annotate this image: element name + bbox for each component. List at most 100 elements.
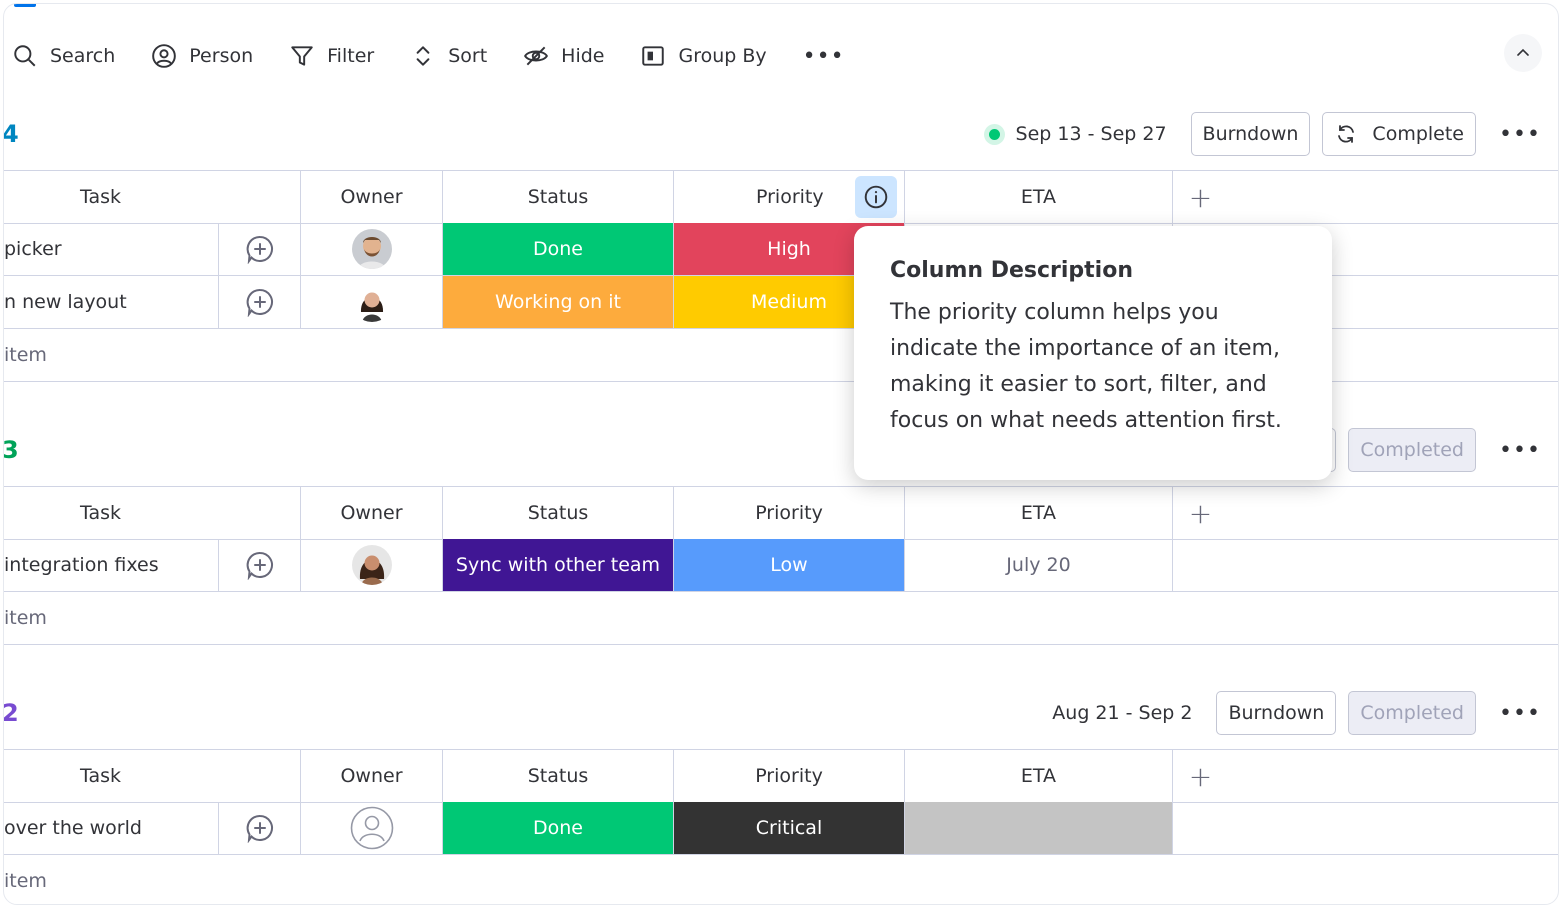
- table-row[interactable]: over the world Done Critical: [4, 802, 1558, 855]
- status-cell[interactable]: Sync with other team: [442, 539, 673, 591]
- toolbar-more-icon[interactable]: •••: [803, 44, 845, 69]
- date-range-text: Aug 21 - Sep 2: [1052, 702, 1193, 724]
- column-header-priority[interactable]: Priority: [673, 487, 904, 539]
- column-header-eta[interactable]: ETA: [904, 171, 1172, 223]
- sort-button[interactable]: Sort: [410, 34, 487, 78]
- add-update-button[interactable]: [218, 802, 300, 854]
- priority-cell[interactable]: Low: [673, 539, 904, 591]
- filter-label: Filter: [327, 45, 375, 67]
- column-header-task[interactable]: Task: [4, 171, 197, 223]
- status-cell[interactable]: Done: [442, 802, 673, 854]
- add-update-icon: [246, 551, 273, 580]
- avatar: [350, 806, 394, 850]
- task-name[interactable]: picker: [4, 223, 218, 275]
- search-label: Search: [50, 45, 116, 67]
- complete-label: Complete: [1372, 123, 1464, 145]
- owner-cell[interactable]: [300, 539, 442, 591]
- burndown-button[interactable]: Burndown: [1216, 691, 1337, 735]
- column-header-task[interactable]: Task: [4, 487, 197, 539]
- column-header-eta[interactable]: ETA: [904, 487, 1172, 539]
- timeline-range: Aug 21 - Sep 2: [1052, 702, 1192, 724]
- add-item-input[interactable]: item: [4, 855, 218, 904]
- column-header-status[interactable]: Status: [442, 487, 673, 539]
- timeline-range: Sep 13 - Sep 27: [988, 123, 1167, 145]
- tooltip-body: The priority column helps you indicate t…: [890, 300, 1282, 433]
- column-header-owner[interactable]: Owner: [300, 487, 442, 539]
- status-cell[interactable]: Done: [442, 223, 673, 275]
- date-range-text: Sep 13 - Sep 27: [1015, 123, 1167, 145]
- hide-button[interactable]: Hide: [523, 34, 604, 78]
- burndown-button[interactable]: Burndown: [1190, 112, 1311, 156]
- eta-cell[interactable]: [904, 802, 1172, 854]
- table-header-row: Task Owner Status Priority ETA +: [4, 749, 1558, 803]
- collapse-toolbar-button[interactable]: [1504, 34, 1542, 72]
- avatar: [351, 229, 392, 269]
- group-number: 2: [3, 699, 19, 727]
- person-label: Person: [189, 45, 254, 67]
- add-item-input[interactable]: item: [4, 592, 218, 644]
- column-header-priority[interactable]: Priority: [673, 750, 904, 802]
- group-more-icon[interactable]: •••: [1498, 438, 1542, 463]
- active-status-dot: [988, 128, 1000, 140]
- empty-person-icon: [350, 806, 393, 850]
- hide-label: Hide: [561, 45, 605, 67]
- info-icon: [864, 185, 888, 209]
- man-avatar-icon: [351, 229, 392, 269]
- add-item-input[interactable]: item: [4, 329, 218, 381]
- sort-icon: [416, 46, 430, 66]
- add-column-button[interactable]: +: [1172, 487, 1228, 539]
- active-tab-indicator: [14, 4, 36, 7]
- column-header-priority-label: Priority: [756, 186, 824, 208]
- eta-cell[interactable]: July 20: [904, 539, 1172, 591]
- woman-avatar-icon: [351, 282, 392, 322]
- complete-button[interactable]: Complete: [1322, 112, 1476, 156]
- column-header-eta[interactable]: ETA: [904, 750, 1172, 802]
- column-header-owner[interactable]: Owner: [300, 171, 442, 223]
- add-update-button[interactable]: [218, 539, 300, 591]
- empty-cell: [1172, 802, 1228, 854]
- empty-cell: [1172, 539, 1228, 591]
- add-update-button[interactable]: [218, 223, 300, 275]
- filter-button[interactable]: Filter: [289, 34, 374, 78]
- group-more-icon[interactable]: •••: [1498, 122, 1542, 147]
- add-column-button[interactable]: +: [1172, 750, 1228, 802]
- search-button[interactable]: Search: [12, 34, 115, 78]
- board-toolbar: Search Person Filter Sort Hide Group By …: [12, 34, 845, 78]
- group-header: 2 Aug 21 - Sep 2 Burndown Completed •••: [4, 683, 1558, 743]
- column-header-task[interactable]: Task: [4, 750, 197, 802]
- add-update-icon: [246, 288, 273, 317]
- column-info-button[interactable]: [855, 176, 897, 218]
- add-column-button[interactable]: +: [1172, 171, 1228, 223]
- group-number: 4: [3, 120, 19, 148]
- eye-slash-icon: [524, 46, 549, 66]
- person-icon: [152, 44, 177, 68]
- avatar: [351, 282, 392, 322]
- add-update-icon: [246, 235, 273, 264]
- column-header-status[interactable]: Status: [442, 750, 673, 802]
- owner-cell[interactable]: [300, 802, 442, 854]
- group-more-icon[interactable]: •••: [1498, 701, 1542, 726]
- task-name[interactable]: n new layout: [4, 276, 218, 328]
- search-icon: [14, 45, 36, 67]
- table-row[interactable]: integration fixes Sync with other team L…: [4, 539, 1558, 592]
- owner-cell[interactable]: [300, 223, 442, 275]
- column-description-tooltip: Column Description The priority column h…: [854, 226, 1332, 480]
- status-cell[interactable]: Working on it: [442, 276, 673, 328]
- tooltip-title: Column Description: [890, 258, 1133, 283]
- add-item-row[interactable]: item: [4, 855, 1558, 904]
- column-header-status[interactable]: Status: [442, 171, 673, 223]
- group-by-label: Group By: [678, 45, 767, 67]
- owner-cell[interactable]: [300, 276, 442, 328]
- completed-button[interactable]: Completed: [1348, 691, 1476, 735]
- group-header: 4 Sep 13 - Sep 27 Burndown Complete •••: [4, 104, 1558, 164]
- priority-cell[interactable]: Critical: [673, 802, 904, 854]
- add-item-row[interactable]: item: [4, 592, 1558, 645]
- filter-icon: [291, 46, 313, 66]
- task-name[interactable]: integration fixes: [4, 539, 218, 591]
- add-update-button[interactable]: [218, 276, 300, 328]
- person-filter-button[interactable]: Person: [151, 34, 253, 78]
- task-name[interactable]: over the world: [4, 802, 218, 854]
- group-by-button[interactable]: Group By: [640, 34, 767, 78]
- completed-button[interactable]: Completed: [1348, 428, 1476, 472]
- column-header-owner[interactable]: Owner: [300, 750, 442, 802]
